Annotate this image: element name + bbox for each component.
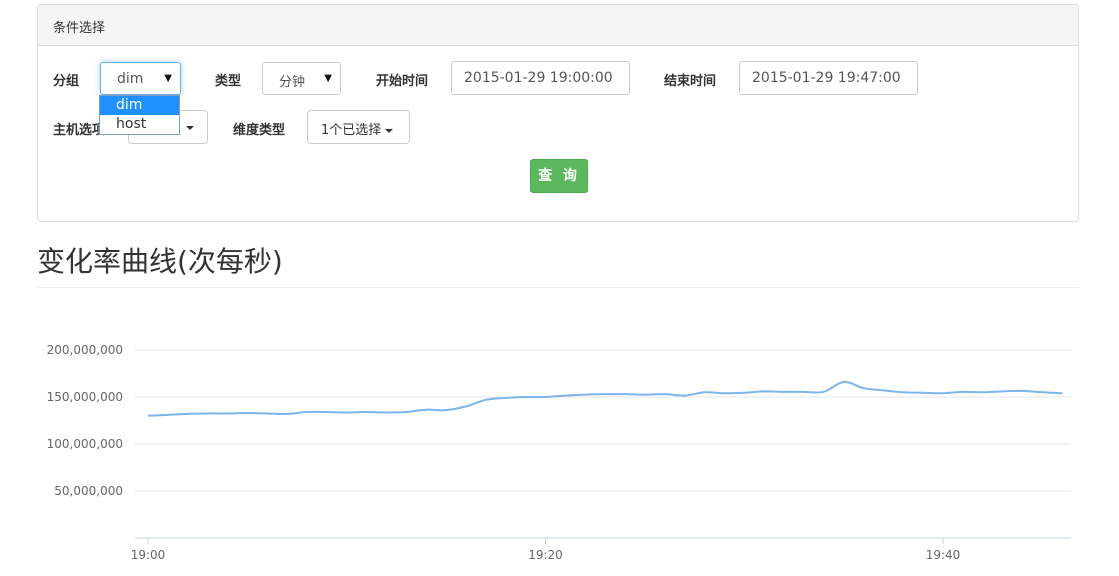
x-axis-ticks: 19:00 19:20 19:40 [131,538,961,562]
dimension-multiselect-value: 1个已选择 [321,123,382,138]
title-divider [37,287,1079,288]
y-tick-label: 100,000,000 [47,437,123,451]
y-tick-label: 50,000,000 [54,484,123,498]
dropdown-arrow-icon: ▼ [324,73,332,84]
dimension-type-label: 维度类型 [233,123,286,138]
panel-title: 条件选择 [38,5,1078,46]
end-time-input[interactable]: 2015-01-29 19:47:00 [739,61,918,95]
y-tick-label: 200,000,000 [47,343,123,357]
caret-down-icon [186,126,194,130]
start-time-input[interactable]: 2015-01-29 19:00:00 [451,61,630,95]
dropdown-option-host[interactable]: host [100,115,179,134]
dropdown-arrow-icon: ▼ [164,73,172,84]
type-label: 类型 [215,74,242,89]
query-button[interactable]: 查 询 [530,159,588,193]
end-time-label: 结束时间 [664,74,717,89]
type-select[interactable]: 分钟 ▼ [262,62,341,95]
group-dropdown-list: dim host [99,95,180,135]
chart-title: 变化率曲线(次每秒) [37,245,283,278]
y-tick-label: 150,000,000 [47,390,123,404]
caret-down-icon [385,128,394,133]
host-select-label: 主机选项 [53,123,106,138]
dropdown-option-dim[interactable]: dim [100,96,179,115]
group-select[interactable]: dim ▼ [100,62,181,95]
series-line [147,380,1063,417]
start-time-label: 开始时间 [376,74,429,89]
dimension-multiselect-button[interactable]: 1个已选择 [307,110,410,144]
type-select-value: 分钟 [279,75,306,90]
x-tick-label: 19:40 [926,548,961,562]
x-tick-label: 19:00 [131,548,166,562]
y-axis-ticks: 50,000,000 100,000,000 150,000,000 200,000,… [47,343,123,498]
group-select-value: dim [117,71,144,87]
group-label: 分组 [53,74,80,89]
chart-gridlines [135,349,1071,492]
rate-line-chart: 50,000,000 100,000,000 150,000,000 200,000,… [47,343,1071,562]
x-tick-label: 19:20 [528,548,563,562]
